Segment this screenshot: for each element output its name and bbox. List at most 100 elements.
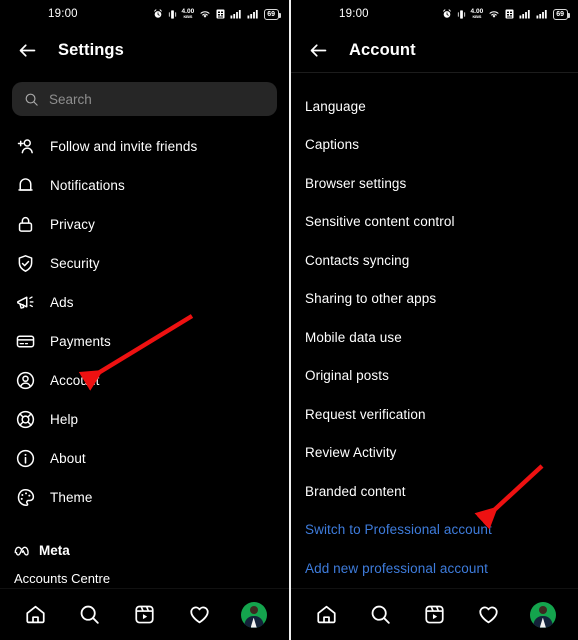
list-item-mobile-data-use[interactable]: Mobile data use <box>291 318 578 357</box>
sidebar-item-label: Security <box>50 256 100 271</box>
sidebar-item-label: Privacy <box>50 217 95 232</box>
vibrate-icon <box>168 9 176 19</box>
sidebar-item-label: Help <box>50 412 79 427</box>
sidebar-item-about[interactable]: About <box>0 439 289 478</box>
sidebar-item-theme[interactable]: Theme <box>0 478 289 517</box>
nav-profile-button[interactable] <box>237 598 271 632</box>
list-item-captions[interactable]: Captions <box>291 126 578 165</box>
accounts-centre-link[interactable]: Accounts Centre <box>14 571 110 586</box>
lock-icon <box>14 214 36 236</box>
wifi-icon <box>200 11 210 18</box>
nav-search-button[interactable] <box>73 598 107 632</box>
meta-brand-label: Meta <box>39 542 70 558</box>
list-item-original-posts[interactable]: Original posts <box>291 357 578 396</box>
palette-icon <box>14 487 36 509</box>
sidebar-item-label: Notifications <box>50 178 125 193</box>
sidebar-item-security[interactable]: Security <box>0 244 289 283</box>
battery-icon: 69 <box>553 8 570 20</box>
lifebuoy-icon <box>14 409 36 431</box>
sidebar-item-privacy[interactable]: Privacy <box>0 205 289 244</box>
nav-reels-button[interactable] <box>127 598 161 632</box>
list-item-review-activity[interactable]: Review Activity <box>291 434 578 473</box>
heart-icon <box>189 606 209 624</box>
profile-avatar <box>529 601 556 628</box>
nav-search-button[interactable] <box>363 598 397 632</box>
alarm-icon <box>153 9 162 18</box>
page-title: Settings <box>58 40 124 59</box>
battery-level: 69 <box>267 10 275 18</box>
settings-list: Follow and invite friends Notifications <box>0 116 289 517</box>
meta-footer: Meta Accounts Centre <box>0 539 289 588</box>
status-time: 19:00 <box>339 8 369 20</box>
alarm-icon <box>442 9 451 18</box>
list-item-label: Add new professional account <box>305 560 488 576</box>
nav-profile-button[interactable] <box>526 598 560 632</box>
search-section: Search <box>0 72 289 116</box>
arrow-left-icon <box>19 43 35 57</box>
network-speed-icon: 4.00 KB/S <box>182 8 195 20</box>
credit-card-icon <box>14 331 36 353</box>
reels-icon <box>135 605 154 624</box>
list-item-label: Mobile data use <box>305 329 402 345</box>
home-icon <box>26 605 45 624</box>
list-item-label: Language <box>305 98 366 114</box>
profile-avatar <box>240 601 267 628</box>
list-item-contacts-syncing[interactable]: Contacts syncing <box>291 241 578 280</box>
status-icons: 4.00 KB/S 69 <box>442 8 570 20</box>
list-item-label: Sharing to other apps <box>305 291 437 307</box>
nav-activity-button[interactable] <box>472 598 506 632</box>
wifi-icon <box>489 11 499 18</box>
battery-icon: 69 <box>264 8 281 20</box>
search-placeholder: Search <box>49 91 92 107</box>
back-button[interactable] <box>14 37 40 63</box>
list-item-request-verification[interactable]: Request verification <box>291 395 578 434</box>
sidebar-item-follow-and-invite-friends[interactable]: Follow and invite friends <box>0 127 289 166</box>
sidebar-item-ads[interactable]: Ads <box>0 283 289 322</box>
search-icon <box>25 93 38 106</box>
sidebar-item-label: Ads <box>50 295 74 310</box>
status-icons: 4.00 KB/S 69 <box>153 8 281 20</box>
heart-icon <box>479 606 498 624</box>
status-bar-right: 19:00 4.00 KB/S 69 <box>291 0 578 28</box>
list-item-switch-to-professional-account[interactable]: Switch to Professional account <box>291 511 578 550</box>
reels-icon <box>425 605 444 624</box>
meta-infinity-icon <box>14 546 29 556</box>
list-item-language[interactable]: Language <box>291 87 578 126</box>
avatar-head <box>249 605 258 614</box>
status-bar-left: 19:00 4.00 KB/S 69 <box>0 0 289 28</box>
list-item-sharing-to-other-apps[interactable]: Sharing to other apps <box>291 280 578 319</box>
sidebar-item-help[interactable]: Help <box>0 400 289 439</box>
sidebar-item-label: Account <box>50 373 100 388</box>
nav-reels-button[interactable] <box>417 598 451 632</box>
arrow-left-icon <box>310 43 326 57</box>
list-item-sensitive-content-control[interactable]: Sensitive content control <box>291 203 578 242</box>
settings-header: Settings <box>0 28 289 72</box>
nav-home-button[interactable] <box>309 598 343 632</box>
back-button[interactable] <box>305 37 331 63</box>
list-item-label: Captions <box>305 137 360 153</box>
list-item-label: Branded content <box>305 483 406 499</box>
list-item-label: Switch to Professional account <box>305 522 492 538</box>
avatar-head <box>538 605 547 614</box>
person-add-icon <box>14 136 36 158</box>
nav-activity-button[interactable] <box>182 598 216 632</box>
list-item-branded-content[interactable]: Branded content <box>291 472 578 511</box>
network-speed-unit: KB/S <box>183 14 193 20</box>
list-item-add-new-professional-account[interactable]: Add new professional account <box>291 549 578 588</box>
battery-level: 69 <box>556 10 564 18</box>
list-item-browser-settings[interactable]: Browser settings <box>291 164 578 203</box>
info-circle-icon <box>14 448 36 470</box>
search-input[interactable]: Search <box>12 82 277 116</box>
sidebar-item-account[interactable]: Account <box>0 361 289 400</box>
account-circle-icon <box>14 370 36 392</box>
list-item-label: Sensitive content control <box>305 214 455 230</box>
sidebar-item-label: About <box>50 451 86 466</box>
status-time: 19:00 <box>48 8 78 20</box>
sidebar-item-payments[interactable]: Payments <box>0 322 289 361</box>
account-header: Account <box>291 28 578 72</box>
signal-1-icon <box>230 10 241 19</box>
nav-home-button[interactable] <box>18 598 52 632</box>
search-icon <box>371 605 390 624</box>
list-item-label: Contacts syncing <box>305 252 410 268</box>
sidebar-item-notifications[interactable]: Notifications <box>0 166 289 205</box>
